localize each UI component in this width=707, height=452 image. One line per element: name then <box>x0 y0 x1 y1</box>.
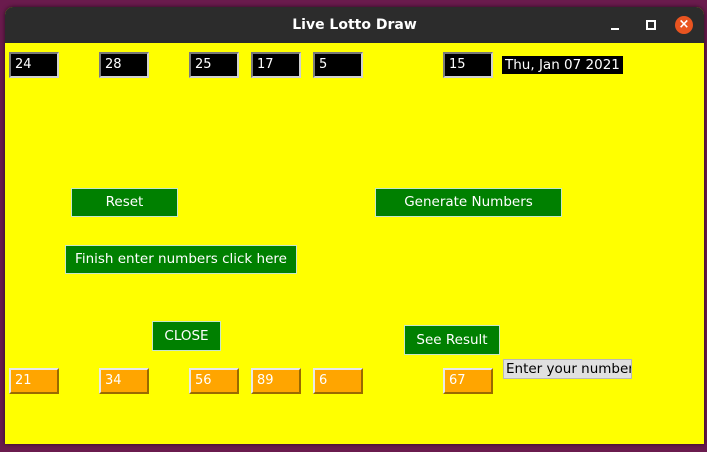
enter-number-label: Enter your number <box>503 359 632 379</box>
drawn-number-5[interactable]: 5 <box>313 52 363 78</box>
minimize-button[interactable] <box>606 16 624 34</box>
drawn-number-1[interactable]: 24 <box>9 52 59 78</box>
close-button[interactable]: CLOSE <box>152 321 221 351</box>
minimize-icon <box>611 28 619 30</box>
entry-number-1[interactable]: 21 <box>9 368 59 394</box>
drawn-number-6[interactable]: 15 <box>443 52 493 78</box>
finish-entering-button[interactable]: Finish enter numbers click here <box>65 245 297 274</box>
date-label: Thu, Jan 07 2021 <box>502 56 623 74</box>
window-title: Live Lotto Draw <box>292 17 417 33</box>
entry-number-2[interactable]: 34 <box>99 368 149 394</box>
close-icon: × <box>678 17 690 32</box>
see-result-button[interactable]: See Result <box>404 325 500 355</box>
app-window: Live Lotto Draw × 24 28 25 17 5 15 Thu, … <box>5 7 704 444</box>
generate-numbers-button[interactable]: Generate Numbers <box>375 188 562 217</box>
drawn-number-2[interactable]: 28 <box>99 52 149 78</box>
entry-number-6[interactable]: 67 <box>443 368 493 394</box>
entry-number-4[interactable]: 89 <box>251 368 301 394</box>
drawn-number-3[interactable]: 25 <box>189 52 239 78</box>
entry-number-5[interactable]: 6 <box>313 368 363 394</box>
maximize-button[interactable] <box>642 16 660 34</box>
drawn-number-4[interactable]: 17 <box>251 52 301 78</box>
entry-number-3[interactable]: 56 <box>189 368 239 394</box>
maximize-icon <box>646 20 656 30</box>
lotto-panel: 24 28 25 17 5 15 Thu, Jan 07 2021 Reset … <box>5 43 704 444</box>
window-close-button[interactable]: × <box>675 16 693 34</box>
reset-button[interactable]: Reset <box>71 188 178 217</box>
title-bar[interactable]: Live Lotto Draw × <box>5 7 704 43</box>
